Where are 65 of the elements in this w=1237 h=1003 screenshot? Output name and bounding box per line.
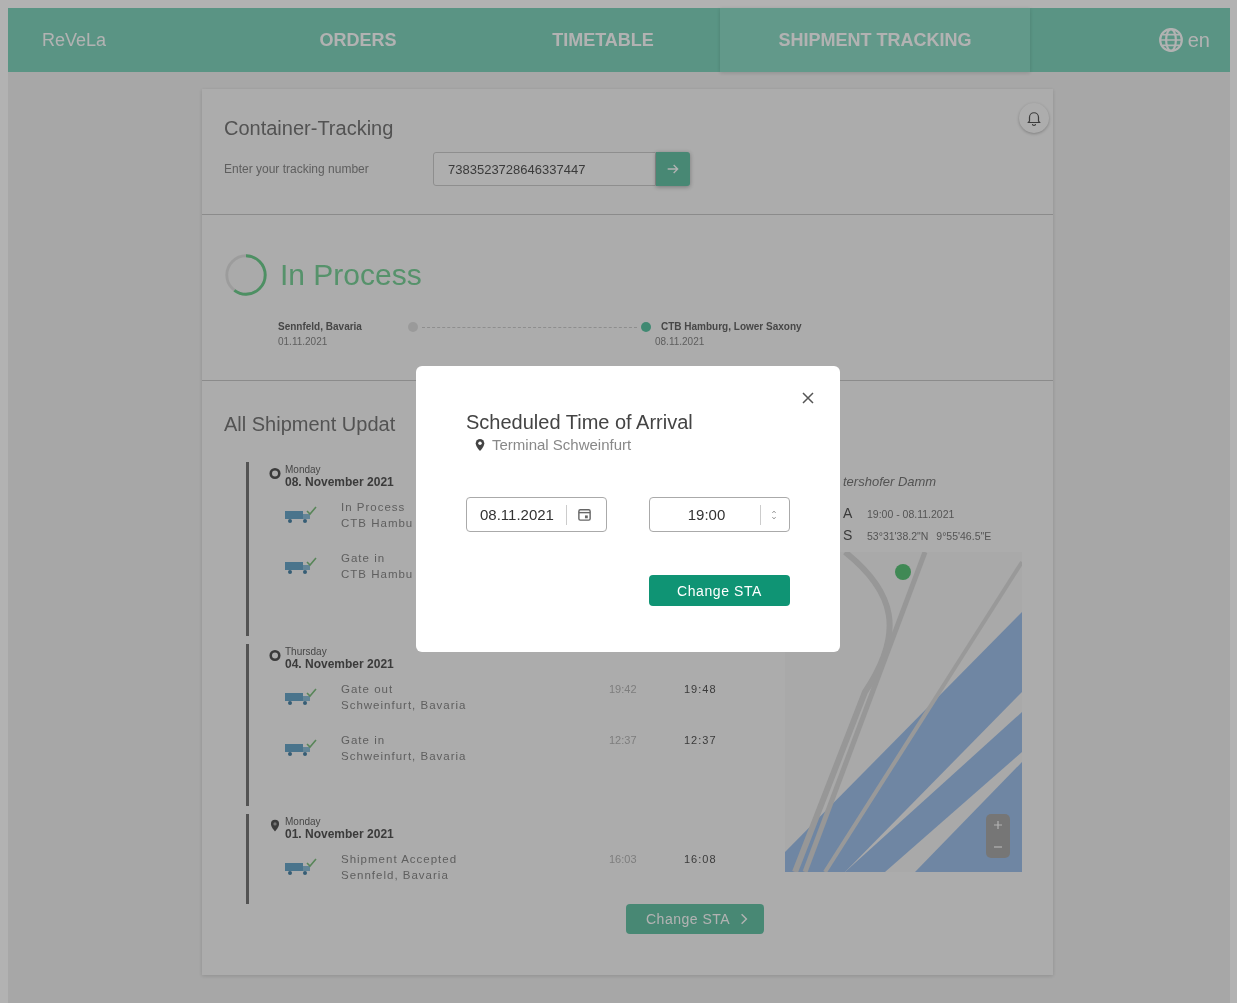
truck-check-icon	[283, 738, 317, 758]
calendar-icon[interactable]	[576, 507, 592, 522]
weekday-label: Monday	[285, 816, 322, 827]
event-location: Schweinfurt, Bavaria	[341, 699, 467, 711]
event-location: Schweinfurt, Bavaria	[341, 750, 467, 762]
language-label[interactable]: en	[1187, 28, 1210, 52]
info-key: S	[843, 527, 859, 543]
section-title: Container-Tracking	[224, 117, 395, 140]
dialog-title: Scheduled Time of Arrival	[466, 411, 694, 434]
close-button[interactable]	[800, 390, 816, 406]
event-location: Sennfeld, Bavaria	[341, 869, 449, 881]
event-title: Gate in	[341, 552, 386, 564]
info-key: A	[843, 505, 859, 521]
destination-place: CTB Hamburg, Lower Saxony	[661, 321, 803, 332]
actual-time: 16:08	[684, 853, 717, 865]
actual-time: 19:48	[684, 683, 717, 695]
circle-icon	[269, 649, 281, 662]
info-value: 9°55'46.5"E	[936, 530, 992, 542]
change-sta-button[interactable]: Change STA	[649, 575, 790, 606]
weekday-label: Monday	[285, 464, 322, 475]
minus-icon[interactable]	[994, 843, 1002, 851]
nav-tab[interactable]: SHIPMENT TRACKING	[720, 8, 1030, 72]
truck-check-icon	[283, 687, 317, 707]
field-label: Enter your tracking number	[224, 162, 370, 176]
event-title: Gate out	[341, 683, 394, 695]
truck-check-icon	[283, 505, 317, 525]
app-logo[interactable]: ReVeLa	[42, 29, 258, 51]
event-title: In Process	[341, 501, 406, 513]
status-label: In Process	[280, 258, 422, 292]
time-field[interactable]: 19:00	[649, 497, 790, 532]
submit-button[interactable]	[656, 152, 690, 186]
weekday-label: Thursday	[285, 646, 328, 657]
close-icon	[802, 392, 814, 404]
map-place-name: tershofer Damm	[843, 474, 938, 489]
truck-check-icon	[283, 556, 317, 576]
nav-tab[interactable]: ORDERS	[258, 8, 458, 72]
location-label: Terminal Schweinfurt	[492, 436, 632, 453]
pin-icon	[474, 437, 486, 452]
circle-icon	[269, 467, 281, 480]
event-title: Shipment Accepted	[341, 853, 458, 865]
actual-time: 12:37	[684, 734, 717, 746]
plus-icon[interactable]	[994, 821, 1002, 829]
date-label: 04. November 2021	[285, 657, 394, 671]
zoom-control[interactable]	[986, 814, 1010, 858]
date-field[interactable]: 08.11.2021	[466, 497, 607, 532]
info-value: 19:00 - 08.11.2021	[867, 508, 955, 520]
change-sta-button[interactable]: Change STA	[626, 904, 765, 934]
pin-icon	[269, 819, 281, 832]
section-title: All Shipment Updat	[224, 413, 396, 436]
tracking-number-field[interactable]: 7383523728646337447	[433, 152, 656, 186]
date-label: 01. November 2021	[285, 827, 394, 841]
destination-date: 08.11.2021	[655, 336, 706, 347]
event-title: Gate in	[341, 734, 386, 746]
globe-icon[interactable]	[1157, 27, 1184, 53]
bell-icon	[1025, 109, 1043, 127]
event-location: CTB Hambu	[341, 517, 414, 529]
origin-date: 01.11.2021	[278, 336, 329, 347]
truck-check-icon	[283, 857, 317, 877]
notification-button[interactable]	[1019, 103, 1049, 133]
date-label: 08. November 2021	[285, 475, 394, 489]
chevron-right-icon	[740, 913, 749, 925]
info-value: 53°31'38.2"N	[867, 530, 929, 542]
origin-place: Sennfeld, Bavaria	[278, 321, 363, 332]
nav-tab[interactable]: TIMETABLE	[503, 8, 703, 72]
event-location: CTB Hambu	[341, 568, 414, 580]
